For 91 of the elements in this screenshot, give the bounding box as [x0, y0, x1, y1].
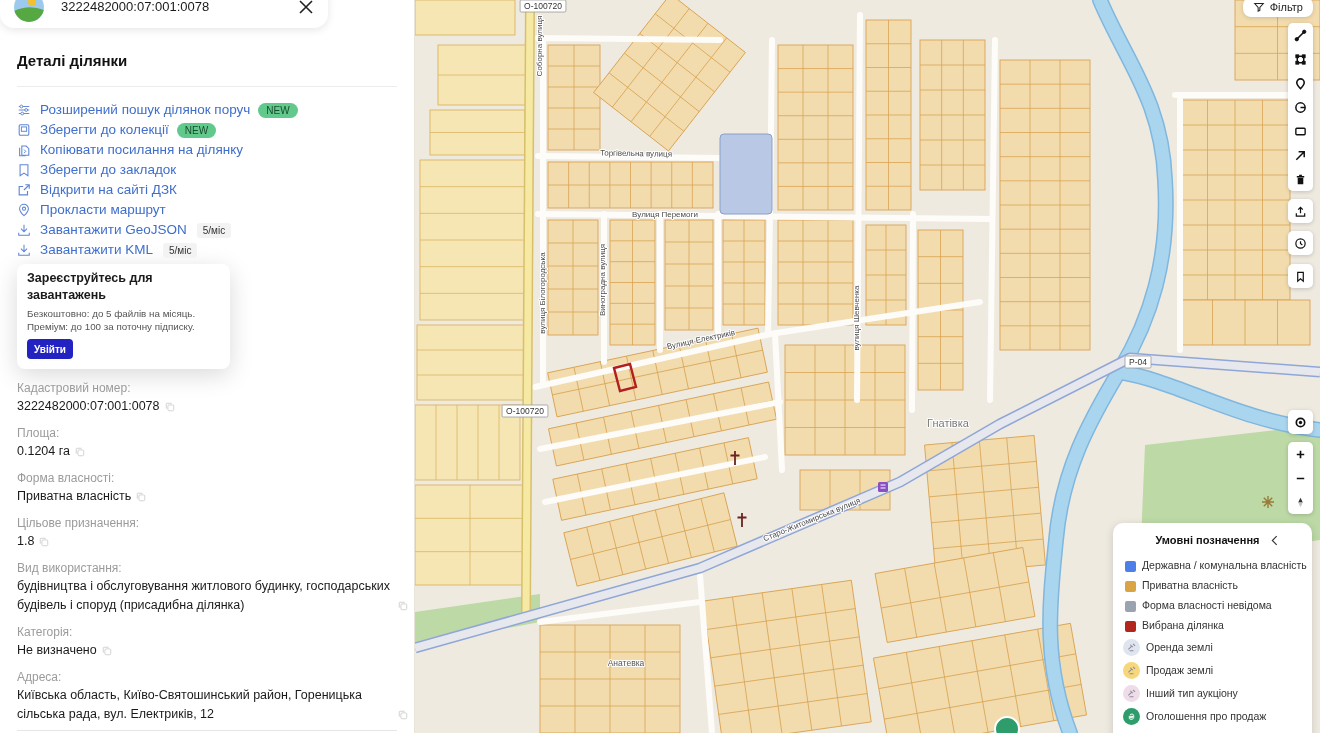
arrow-icon	[1294, 148, 1307, 162]
legend-label: Вибрана ділянка	[1142, 618, 1224, 634]
street-label: Торгівельна вулиця	[599, 148, 673, 159]
bookmark-icon	[17, 163, 31, 177]
copy-icon	[136, 492, 147, 502]
collapse-button[interactable]	[1269, 534, 1280, 546]
locate-icon	[1294, 415, 1307, 429]
action-link[interactable]: Завантажити KML	[17, 241, 153, 259]
album-icon	[17, 123, 31, 137]
action-link[interactable]: Прокласти маршрут	[17, 201, 166, 219]
filter-button[interactable]: Фільтр	[1242, 0, 1313, 17]
asterisk-icon	[1261, 495, 1275, 509]
legend-label: Оренда землі	[1146, 639, 1213, 655]
action-link[interactable]: Розширений пошук ділянок поруч	[17, 101, 251, 119]
quota-badge: 5/міс	[196, 222, 232, 238]
street-label: Вулиця Перемоги	[632, 210, 698, 220]
search-field[interactable]: 3222482000:07:001:0078	[0, 0, 328, 28]
legend-label: Приватна власність	[1142, 578, 1238, 594]
field-value: Київська область, Київо-Святошинський район, Гореницька сільська рада, вул. Електриків, 12	[17, 687, 363, 723]
road-number-label: Р-04	[1124, 355, 1152, 369]
copy-icon	[398, 710, 408, 720]
quota-badge: 5/міс	[163, 242, 198, 258]
funnel-icon	[1252, 1, 1265, 13]
field-value: 1.8	[17, 533, 35, 550]
selected-parcel[interactable]	[612, 362, 638, 393]
copy-icon	[17, 143, 31, 157]
bus-stop-icon	[878, 482, 888, 492]
legend-label: Державна / комунальна власність	[1142, 558, 1307, 574]
field-value: 3222482000:07:001:0078	[17, 398, 160, 415]
clock-icon	[1294, 236, 1307, 250]
login-button[interactable]: Увійти	[27, 339, 73, 359]
upload-icon	[1294, 204, 1307, 218]
copy-icon	[39, 537, 50, 547]
field-value: Не визначено	[17, 642, 97, 659]
field-value: Приватна власність	[17, 488, 132, 505]
download-icon	[17, 223, 31, 237]
square-nodes-icon	[1294, 52, 1307, 66]
road-number-label: О-100720	[519, 0, 567, 13]
popup-text: Безкоштовно: до 5 файлів на місяць.	[27, 307, 197, 320]
bookmark-icon	[1294, 269, 1307, 283]
action-link[interactable]: Зберегти до закладок	[17, 161, 177, 179]
village-label: Гнатівка	[927, 416, 969, 429]
logo-icon	[14, 0, 44, 22]
popup-title: Зареєструйтесь для завантажень	[27, 270, 154, 304]
road-number-label: О-100720	[501, 404, 549, 418]
action-link[interactable]: Відкрити на сайті ДЗК	[17, 181, 177, 199]
copy-icon	[398, 601, 408, 611]
sale-marker-icon[interactable]	[994, 716, 1020, 733]
copy-icon	[74, 447, 85, 457]
external-link-icon	[17, 183, 31, 197]
action-link[interactable]: Зберегти до колекції	[17, 121, 169, 139]
trash-icon	[1294, 172, 1307, 186]
field-value: 0.1204 га	[17, 443, 70, 460]
section-title: Деталі ділянки	[17, 51, 129, 71]
copy-icon	[101, 646, 112, 656]
place-label: Анатевка	[607, 658, 645, 669]
copy-icon	[164, 402, 175, 412]
street-label: Соборна вулиця	[535, 15, 545, 77]
field-label: Форма власності:	[17, 470, 116, 487]
line-segment-icon	[1294, 28, 1307, 42]
map-pin-icon	[1294, 76, 1307, 90]
download-icon	[17, 243, 31, 257]
close-icon	[299, 0, 313, 14]
street-label: вулиця Білогородська	[538, 252, 548, 334]
popup-text: Преміум: до 100 за поточну підписку.	[27, 320, 196, 333]
new-badge: NEW	[176, 122, 217, 138]
legend-label: Форма власності невідома	[1142, 598, 1272, 614]
action-link[interactable]: Копіювати посилання на ділянку	[17, 141, 244, 159]
street-label: Виноградна вулиця	[598, 243, 608, 317]
field-label: Категорія:	[17, 624, 74, 641]
map-pin-icon	[17, 203, 31, 217]
legend-label: Продаж землі	[1146, 662, 1214, 678]
cross-icon	[729, 450, 741, 466]
legend-label: Інший тип аукціону	[1146, 685, 1238, 701]
action-link[interactable]: Завантажити GeoJSON	[17, 221, 187, 239]
street-label: Вулиця Електриків	[666, 328, 736, 352]
circle-radius-icon	[1294, 100, 1307, 114]
street-label: вулиця Шевченка	[852, 285, 862, 351]
field-label: Вид використання:	[17, 560, 123, 577]
field-label: Площа:	[17, 425, 61, 442]
legend-title: Умовні позначення	[1155, 532, 1260, 548]
clear-button[interactable]	[298, 0, 314, 15]
sliders-icon	[17, 103, 31, 117]
field-label: Адреса:	[17, 669, 63, 686]
field-value: будівництва і обслуговування житлового будинку, господарських будівель і споруд (присадибна ділянка)	[17, 578, 391, 614]
field-label: Кадастровий номер:	[17, 380, 132, 397]
cross-icon	[736, 512, 748, 528]
field-label: Цільове призначення:	[17, 515, 141, 532]
new-badge: NEW	[258, 102, 298, 118]
chevron-left-icon	[1270, 534, 1278, 546]
legend-label: Оголошення про продаж	[1146, 708, 1267, 724]
